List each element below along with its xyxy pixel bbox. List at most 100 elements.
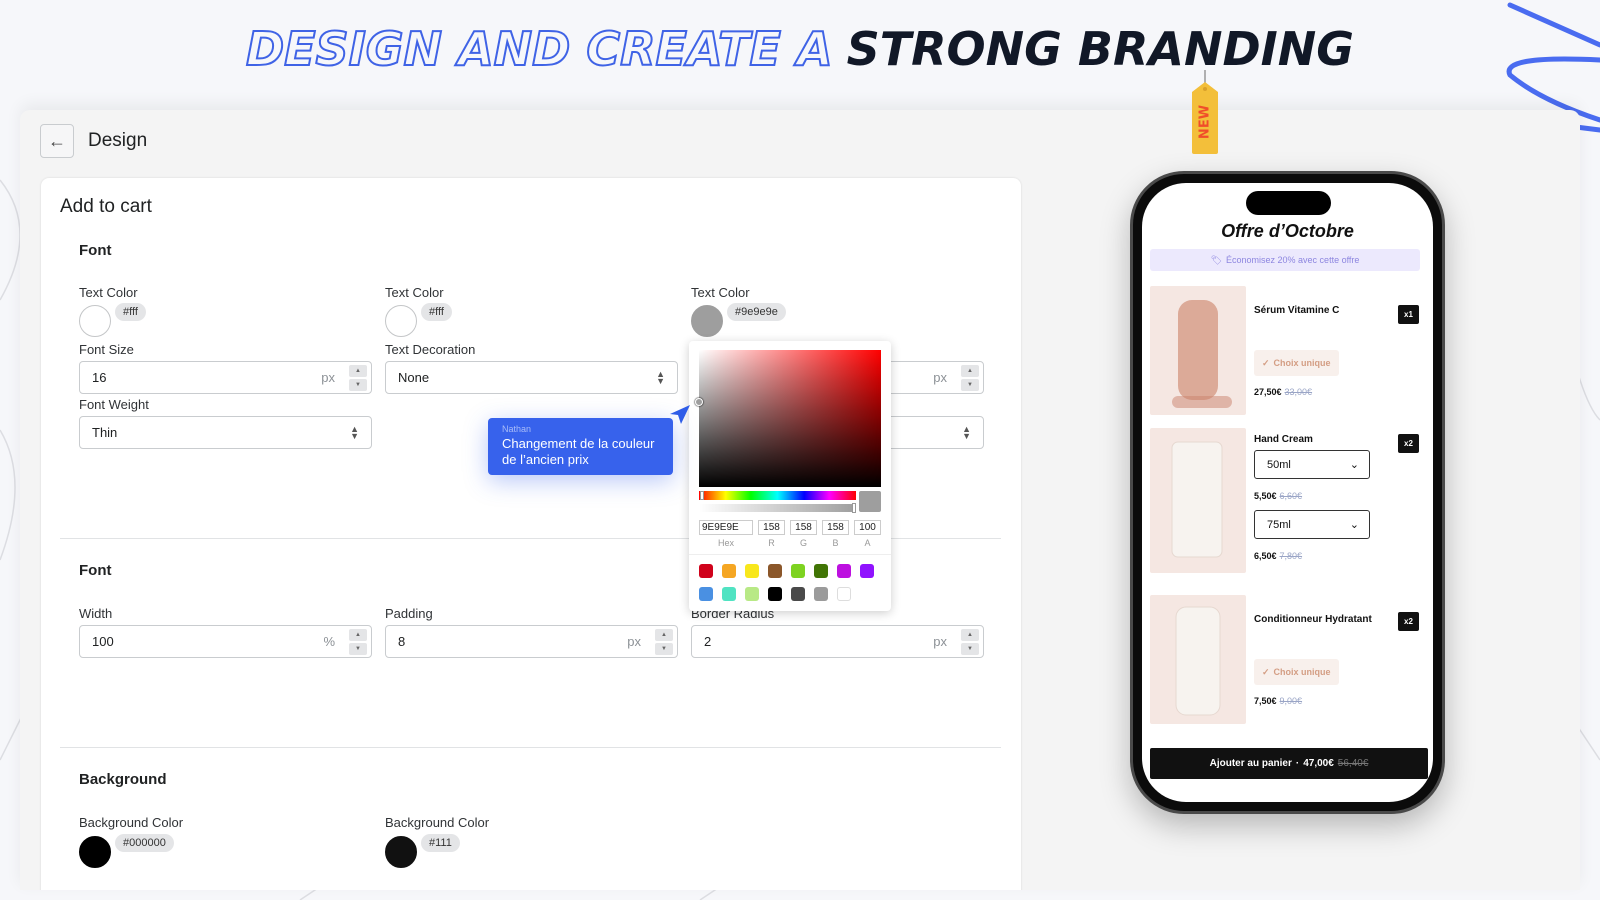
variant-select[interactable]: 75ml ⌄ [1254,510,1370,539]
color-swatch[interactable] [385,305,417,337]
phone-screen: Offre d’Octobre 🏷 Économisez 20% avec ce… [1142,183,1433,802]
background-color-label-1: Background Color [79,815,184,830]
quantity-badge: x1 [1398,305,1419,324]
b-input[interactable] [822,520,849,535]
font-weight-label: Font Weight [79,397,149,412]
r-label: R [768,538,775,548]
preset-color-swatch[interactable] [860,564,874,578]
preset-color-swatch[interactable] [768,564,782,578]
stepper-up-icon[interactable]: ▲ [349,364,367,377]
cursor-arrow-icon [670,405,690,424]
choice-option[interactable]: ✓ Choix unique [1254,350,1339,376]
a-label: A [864,538,871,548]
text-color-field-2: #fff [385,303,452,337]
preset-color-swatch[interactable] [791,587,805,601]
width-input[interactable]: 100 % ▲ ▼ [79,625,372,658]
select-caret-icon: ▲ ▼ [962,423,971,441]
stepper-down-icon[interactable]: ▼ [961,642,979,655]
chevron-down-icon: ⌄ [1349,519,1359,531]
comment-author: Nathan [502,424,532,434]
padding-label: Padding [385,606,433,621]
variant-select[interactable]: 50ml ⌄ [1254,450,1370,479]
section-title-font: Font [79,242,112,259]
offer-banner-text: Économisez 20% avec cette offre [1226,255,1360,265]
choice-label: Choix unique [1273,667,1331,677]
divider [689,554,891,555]
preset-color-swatch[interactable] [699,564,713,578]
phone-preview: Offre d’Octobre 🏷 Économisez 20% avec ce… [1130,171,1445,814]
font-size-input[interactable]: 16 px ▲ ▼ [79,361,372,394]
preset-color-swatch[interactable] [722,587,736,601]
stepper-up-icon[interactable]: ▲ [349,628,367,641]
product-item: Sérum Vitamine C x1 ✓ Choix unique 27,50… [1150,286,1425,416]
text-color-label-1: Text Color [79,285,138,300]
cta-label: Ajouter au panier [1209,758,1292,769]
color-swatch[interactable] [79,305,111,337]
color-swatch[interactable] [691,305,723,337]
cta-separator: · [1295,758,1300,769]
hex-label: Hex [717,538,734,548]
stepper-up-icon[interactable]: ▲ [961,364,979,377]
g-input[interactable] [790,520,817,535]
select-value: None [398,370,430,385]
preset-color-swatch[interactable] [837,587,851,601]
stepper-down-icon[interactable]: ▼ [349,642,367,655]
preset-color-swatch[interactable] [745,564,759,578]
choice-option[interactable]: ✓ Choix unique [1254,659,1339,685]
add-to-cart-button[interactable]: Ajouter au panier · 47,00€ 56,40€ [1150,748,1428,779]
unit-label: % [323,634,335,649]
preset-color-swatch[interactable] [814,587,828,601]
headline-outline-text: DESIGN AND CREATE A [245,21,834,77]
border-radius-input[interactable]: 2 px ▲ ▼ [691,625,984,658]
saturation-handle[interactable] [695,398,703,406]
back-button[interactable]: ← [40,124,74,158]
hex-input[interactable] [699,520,753,535]
unit-label: px [627,634,641,649]
picker-inputs: Hex R G B A [699,520,881,548]
quantity-badge: x2 [1398,434,1419,453]
preset-color-swatch[interactable] [699,587,713,601]
product-name: Hand Cream [1254,434,1313,445]
section-title-background: Background [79,771,167,788]
color-swatch[interactable] [385,836,417,868]
hue-handle[interactable] [700,491,704,500]
offer-banner: 🏷 Économisez 20% avec cette offre [1150,249,1420,271]
alpha-slider[interactable] [699,503,856,513]
choice-label: Choix unique [1273,358,1331,368]
font-weight-select[interactable]: Thin ▲ ▼ [79,416,372,449]
padding-input[interactable]: 8 px ▲ ▼ [385,625,678,658]
card-title: Add to cart [60,196,152,217]
new-tag-icon: NEW [1192,70,1218,154]
hue-slider[interactable] [699,491,856,500]
select-caret-icon: ▲ ▼ [350,423,359,441]
variant-value: 75ml [1267,518,1291,531]
saturation-area[interactable] [695,350,881,487]
preset-color-swatch[interactable] [768,587,782,601]
cta-price: 47,00€ [1303,758,1334,769]
a-input[interactable] [854,520,881,535]
current-price: 27,50€ [1254,387,1282,397]
r-input[interactable] [758,520,785,535]
text-color-label-2: Text Color [385,285,444,300]
stepper-up-icon[interactable]: ▲ [961,628,979,641]
color-swatch[interactable] [79,836,111,868]
preset-color-swatch[interactable] [722,564,736,578]
alpha-handle[interactable] [852,503,856,513]
stepper-up-icon[interactable]: ▲ [655,628,673,641]
preset-color-swatch[interactable] [791,564,805,578]
preset-color-swatch[interactable] [745,587,759,601]
stepper: ▲ ▼ [961,628,979,655]
current-price: 5,50€ [1254,491,1277,501]
stepper-down-icon[interactable]: ▼ [961,378,979,391]
text-decoration-select[interactable]: None ▲ ▼ [385,361,678,394]
background-color-label-2: Background Color [385,815,490,830]
stepper-down-icon[interactable]: ▼ [349,378,367,391]
product-image [1150,428,1246,573]
preset-color-swatch[interactable] [814,564,828,578]
color-value-chip: #000000 [115,834,174,852]
stepper-down-icon[interactable]: ▼ [655,642,673,655]
preset-color-swatch[interactable] [837,564,851,578]
font-size-label: Font Size [79,342,134,357]
headline-solid-text: STRONG BRANDING [846,22,1355,76]
font-size-value: 16 [92,370,107,385]
